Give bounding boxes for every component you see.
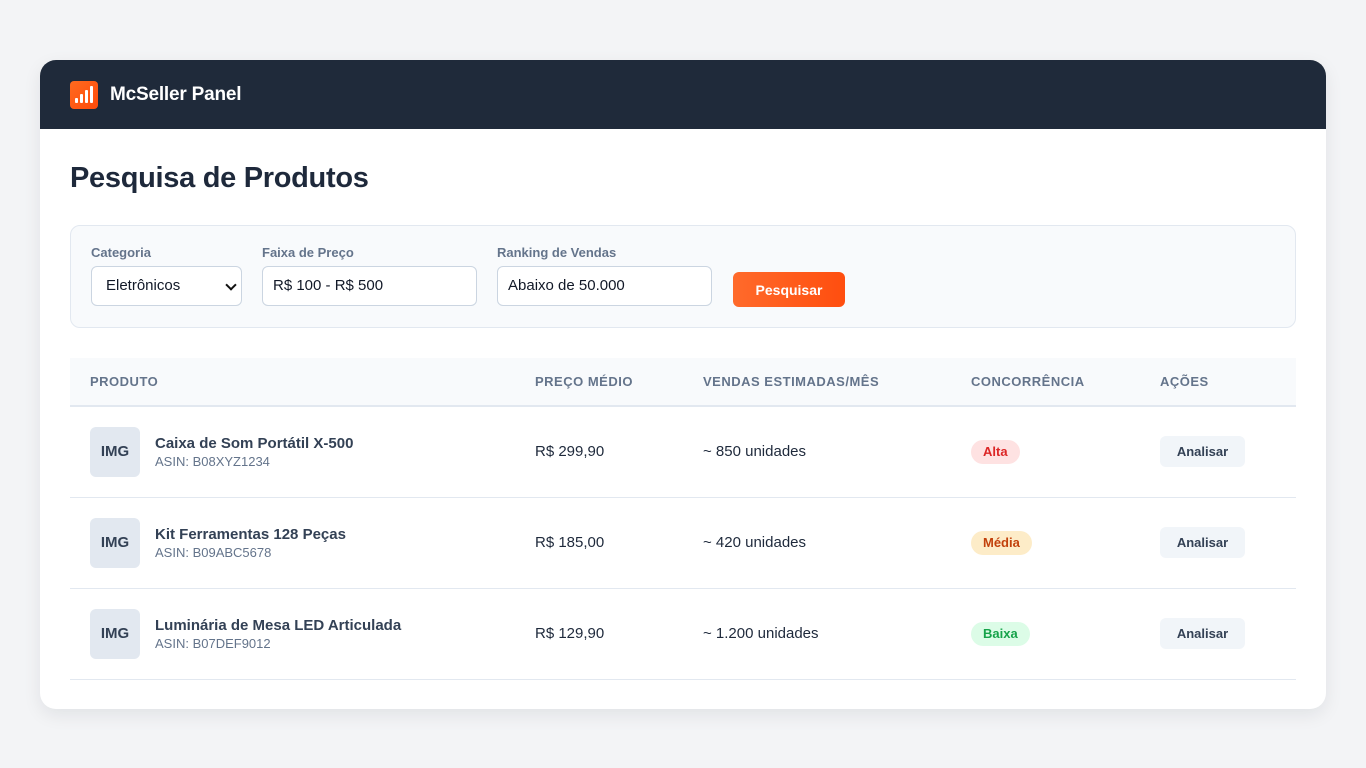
product-name: Kit Ferramentas 128 Peças xyxy=(155,526,346,543)
product-thumbnail: IMG xyxy=(90,609,140,659)
analyze-button[interactable]: Analisar xyxy=(1160,527,1245,558)
product-asin: ASIN: B07DEF9012 xyxy=(155,636,271,651)
ranking-input[interactable]: Abaixo de 50.000 xyxy=(497,266,712,306)
ranking-value: Abaixo de 50.000 xyxy=(508,277,625,294)
header-price: PREÇO MÉDIO xyxy=(535,374,633,389)
product-name: Caixa de Som Portátil X-500 xyxy=(155,435,354,452)
competition-badge: Alta xyxy=(971,440,1020,464)
product-asin: ASIN: B09ABC5678 xyxy=(155,545,272,560)
product-sales: ~ 1.200 unidades xyxy=(703,625,819,642)
table-header: PRODUTO PREÇO MÉDIO VENDAS ESTIMADAS/MÊS… xyxy=(70,358,1296,407)
products-table: PRODUTO PREÇO MÉDIO VENDAS ESTIMADAS/MÊS… xyxy=(70,358,1296,680)
product-sales: ~ 850 unidades xyxy=(703,443,807,460)
table-row: IMG Luminária de Mesa LED Articulada ASI… xyxy=(70,589,1296,680)
product-thumbnail: IMG xyxy=(90,427,140,477)
main-card: McSeller Panel Pesquisa de Produtos Cate… xyxy=(40,60,1326,709)
category-select[interactable]: Eletrônicos xyxy=(91,266,242,306)
analyze-button[interactable]: Analisar xyxy=(1160,618,1245,649)
chevron-down-icon xyxy=(225,279,237,291)
product-sales: ~ 420 unidades xyxy=(703,534,807,551)
category-label: Categoria xyxy=(91,245,151,260)
category-filter: Categoria Eletrônicos xyxy=(91,245,242,306)
main-content: Pesquisa de Produtos Categoria Eletrônic… xyxy=(40,160,1326,680)
header-product: PRODUTO xyxy=(90,374,159,389)
search-button[interactable]: Pesquisar xyxy=(733,272,845,307)
price-value: R$ 100 - R$ 500 xyxy=(273,277,384,294)
product-asin: ASIN: B08XYZ1234 xyxy=(155,454,270,469)
price-label: Faixa de Preço xyxy=(262,245,354,260)
product-name: Luminária de Mesa LED Articulada xyxy=(155,617,402,634)
header-competition: CONCORRÊNCIA xyxy=(971,374,1085,389)
header-actions: AÇÕES xyxy=(1160,374,1209,389)
product-thumbnail: IMG xyxy=(90,518,140,568)
category-value: Eletrônicos xyxy=(106,277,181,294)
product-price: R$ 129,90 xyxy=(535,625,605,642)
bar-chart-icon xyxy=(70,80,98,109)
ranking-label: Ranking de Vendas xyxy=(497,245,617,260)
product-price: R$ 185,00 xyxy=(535,534,605,551)
competition-badge: Baixa xyxy=(971,622,1030,646)
table-row: IMG Caixa de Som Portátil X-500 ASIN: B0… xyxy=(70,407,1296,498)
price-input[interactable]: R$ 100 - R$ 500 xyxy=(262,266,477,306)
table-row: IMG Kit Ferramentas 128 Peças ASIN: B09A… xyxy=(70,498,1296,589)
filter-panel: Categoria Eletrônicos Faixa de Preço R$ … xyxy=(70,225,1296,328)
top-header: McSeller Panel xyxy=(40,60,1326,129)
page-title: Pesquisa de Produtos xyxy=(70,162,369,194)
price-filter: Faixa de Preço R$ 100 - R$ 500 xyxy=(262,245,477,306)
product-price: R$ 299,90 xyxy=(535,443,605,460)
brand-title: McSeller Panel xyxy=(110,83,242,105)
analyze-button[interactable]: Analisar xyxy=(1160,436,1245,467)
header-sales: VENDAS ESTIMADAS/MÊS xyxy=(703,374,880,389)
ranking-filter: Ranking de Vendas Abaixo de 50.000 xyxy=(497,245,712,306)
competition-badge: Média xyxy=(971,531,1032,555)
